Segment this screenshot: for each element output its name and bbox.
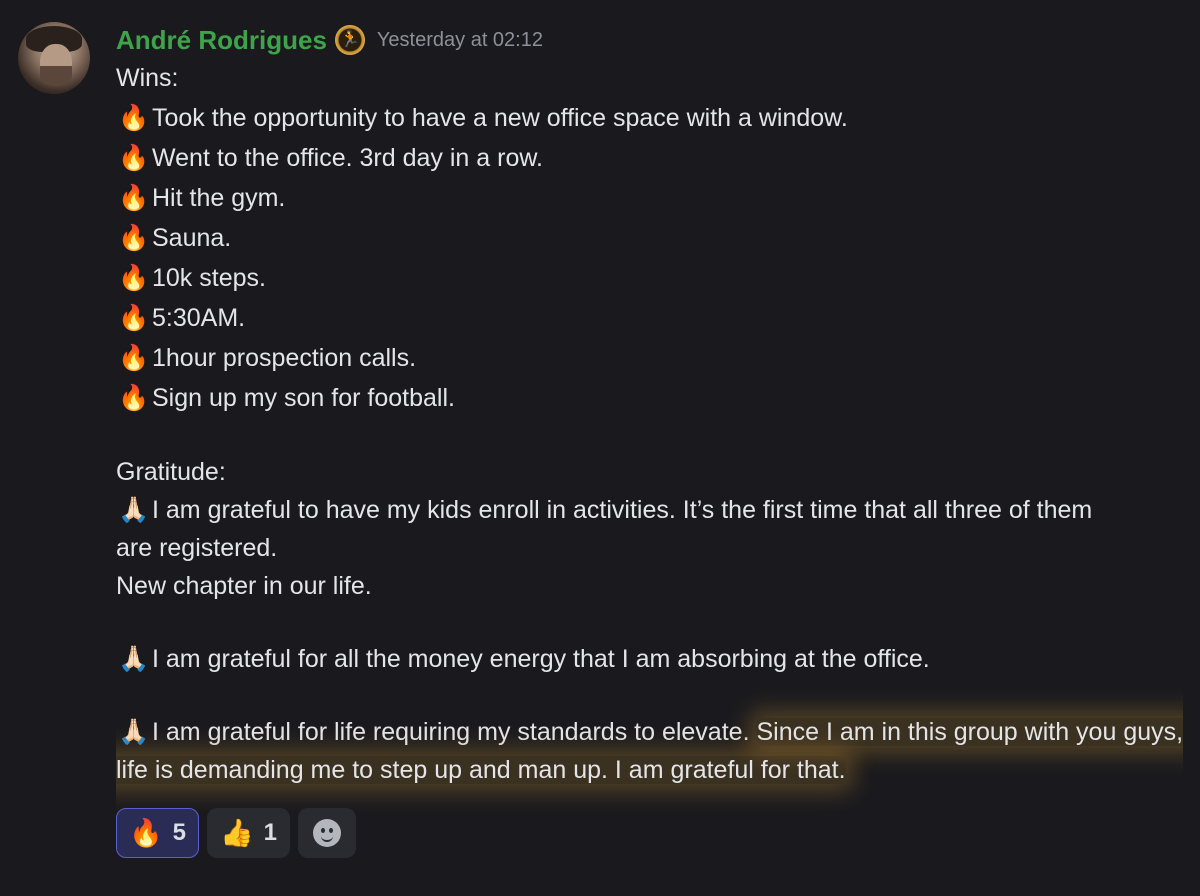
fire-emoji-icon: 🔥: [118, 383, 150, 412]
fire-emoji-icon: 🔥: [118, 343, 150, 372]
win-item: 🔥5:30AM.: [116, 298, 1188, 338]
message-content: Wins: 🔥Took the opportunity to have a ne…: [116, 58, 1188, 789]
win-text: Hit the gym.: [152, 184, 286, 212]
user-avatar[interactable]: [18, 22, 90, 94]
add-reaction-button[interactable]: [297, 808, 356, 858]
win-text: Took the opportunity to have a new offic…: [152, 104, 848, 132]
gratitude-item: 🙏🏻I am grateful for life requiring my st…: [116, 713, 1188, 789]
praying-hands-emoji-icon: 🙏🏻: [118, 644, 150, 673]
win-item: 🔥Went to the office. 3rd day in a row.: [116, 138, 1188, 178]
praying-hands-emoji-icon: 🙏🏻: [118, 495, 150, 524]
paragraph-break: [116, 605, 1188, 640]
fire-emoji-icon: 🔥: [129, 818, 163, 849]
chat-message: André Rodrigues 🏃 Yesterday at 02:12 Win…: [0, 0, 1200, 896]
win-text: 1hour prospection calls.: [152, 344, 417, 372]
paragraph-break: [116, 678, 1188, 713]
runner-badge-icon[interactable]: 🏃: [334, 25, 365, 55]
avatar-beard: [40, 66, 72, 86]
win-item: 🔥Sauna.: [116, 218, 1188, 258]
message-header: André Rodrigues 🏃 Yesterday at 02:12: [116, 22, 543, 58]
win-text: 5:30AM.: [152, 304, 246, 332]
message-timestamp[interactable]: Yesterday at 02:12: [377, 29, 543, 52]
reaction-count: 5: [172, 819, 186, 846]
paragraph-break: [116, 418, 1188, 453]
win-item: 🔥Sign up my son for football.: [116, 378, 1188, 418]
fire-emoji-icon: 🔥: [118, 143, 150, 172]
gratitude-text: I am grateful for all the money energy t…: [152, 645, 930, 673]
smiley-mouth: [320, 834, 333, 842]
win-text: Sauna.: [152, 224, 232, 252]
win-item: 🔥Hit the gym.: [116, 178, 1188, 218]
win-item: 🔥1hour prospection calls.: [116, 338, 1188, 378]
gratitude-section: Gratitude: 🙏🏻I am grateful to have my ki…: [116, 453, 1188, 789]
win-text: 10k steps.: [152, 264, 266, 292]
gratitude-text: I am grateful for life requiring my stan…: [152, 718, 757, 746]
fire-emoji-icon: 🔥: [118, 223, 150, 252]
gratitude-item: 🙏🏻I am grateful to have my kids enroll i…: [116, 491, 1188, 529]
add-reaction-smiley-icon: [312, 819, 341, 847]
fire-emoji-icon: 🔥: [118, 183, 150, 212]
win-text: Sign up my son for football.: [152, 384, 455, 412]
wins-heading: Wins:: [116, 64, 179, 92]
reaction-count: 1: [263, 819, 277, 846]
win-item: 🔥Took the opportunity to have a new offi…: [116, 98, 1188, 138]
fire-emoji-icon: 🔥: [118, 103, 150, 132]
reactions-bar: 🔥 5 👍 1: [116, 808, 356, 858]
username[interactable]: André Rodrigues: [116, 25, 327, 56]
gratitude-text: I am grateful to have my kids enroll in …: [152, 496, 1093, 524]
gratitude-text-continued: New chapter in our life.: [116, 572, 372, 600]
thumbs-up-emoji-icon: 👍: [219, 818, 254, 849]
fire-emoji-icon: 🔥: [118, 263, 150, 292]
gratitude-item: 🙏🏻I am grateful for all the money energy…: [116, 640, 1188, 678]
reaction-thumbs-up[interactable]: 👍 1: [206, 808, 290, 858]
win-text: Went to the office. 3rd day in a row.: [152, 144, 543, 172]
gratitude-text-continued: are registered.: [116, 534, 278, 562]
praying-hands-emoji-icon: 🙏🏻: [118, 717, 150, 746]
fire-emoji-icon: 🔥: [118, 303, 150, 332]
win-item: 🔥10k steps.: [116, 258, 1188, 298]
gratitude-heading: Gratitude:: [116, 458, 226, 486]
reaction-fire[interactable]: 🔥 5: [116, 808, 199, 858]
